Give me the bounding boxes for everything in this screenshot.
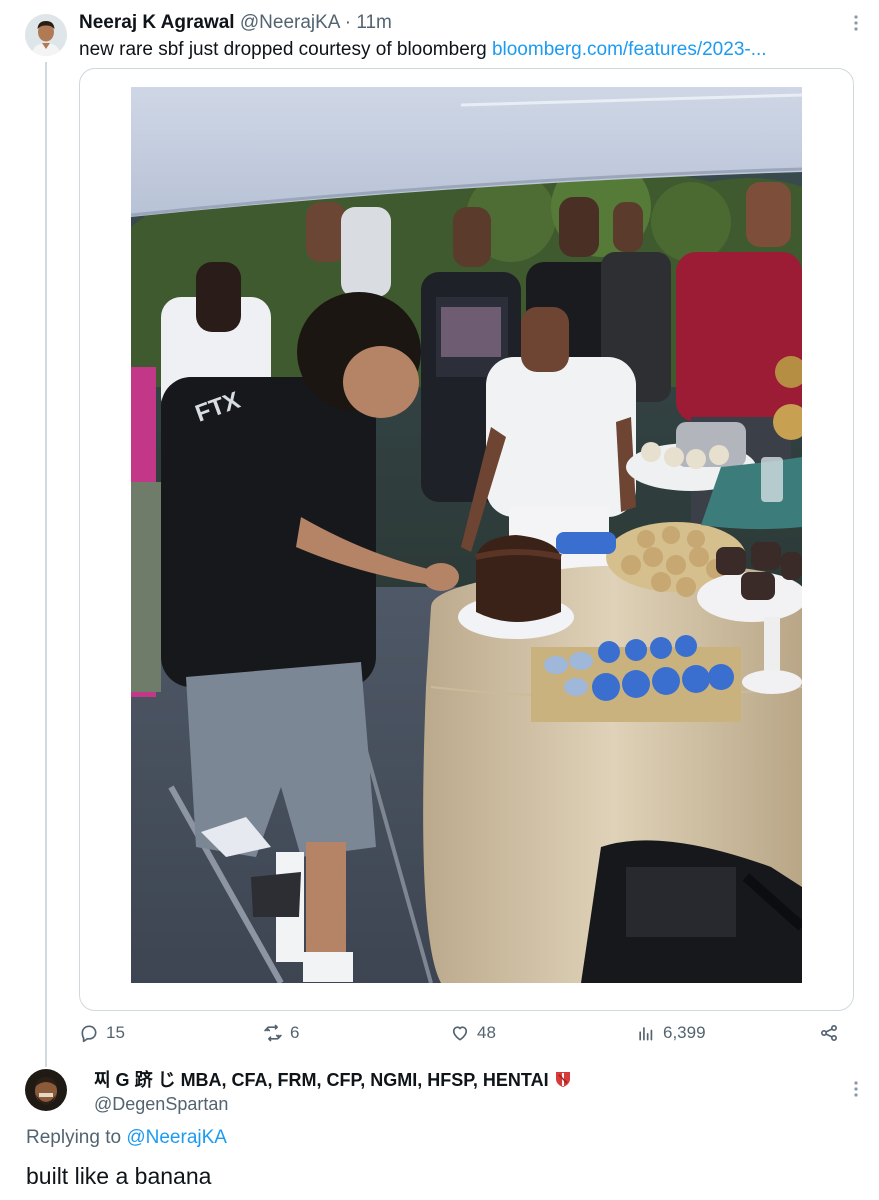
reply-text: built like a banana [26,1163,212,1189]
tweet-link[interactable]: bloomberg.com/features/2023-... [492,39,767,60]
replying-to-mention[interactable]: @NeerajKA [126,1127,227,1148]
tweet-actions: 15 6 48 6,399 [79,1020,854,1046]
reply-author-handle[interactable]: @DegenSpartan [94,1092,228,1116]
reply-icon [81,1025,97,1043]
reply-author-name[interactable]: 찌 G 跻 じ MBA, CFA, FRM, CFP, NGMI, HFSP, … [94,1070,549,1090]
share-icon [821,1025,837,1041]
author-name[interactable]: Neeraj K Agrawal [79,12,235,33]
tweet-text: new rare sbf just dropped courtesy of bl… [79,38,767,62]
reply-author-avatar[interactable] [25,1069,67,1111]
separator-dot: · [344,12,352,33]
tweet-body: new rare sbf just dropped courtesy of bl… [79,39,487,60]
party-photo[interactable]: FTX [131,87,802,983]
reply-button[interactable]: 15 [79,1020,125,1046]
like-button[interactable]: 48 [450,1020,496,1046]
ellipsis-vertical-icon[interactable] [853,1080,859,1101]
reply-count: 15 [106,1023,125,1042]
retweet-count: 6 [290,1023,300,1042]
reply-author-name-row[interactable]: 찌 G 跻 じ MBA, CFA, FRM, CFP, NGMI, HFSP, … [94,1068,573,1092]
tweet-timestamp[interactable]: 11m [356,12,392,33]
author-avatar[interactable] [25,14,67,56]
bar-chart-icon [639,1027,653,1041]
thread-connector-line [45,62,47,1067]
retweet-icon [264,1024,282,1042]
replying-to: Replying to @NeerajKA [26,1126,227,1150]
retweet-button[interactable]: 6 [263,1020,299,1046]
spartan-shield-icon [555,1072,570,1087]
author-handle[interactable]: @NeerajKA [240,12,340,33]
share-button[interactable] [819,1020,839,1046]
ellipsis-vertical-icon[interactable] [853,14,859,35]
replying-to-label: Replying to [26,1127,122,1148]
like-count: 48 [477,1023,496,1042]
heart-icon [452,1026,468,1041]
views-button[interactable]: 6,399 [636,1020,706,1046]
view-count: 6,399 [663,1023,706,1042]
tweet-header: Neeraj K Agrawal @NeerajKA · 11m [79,11,392,35]
